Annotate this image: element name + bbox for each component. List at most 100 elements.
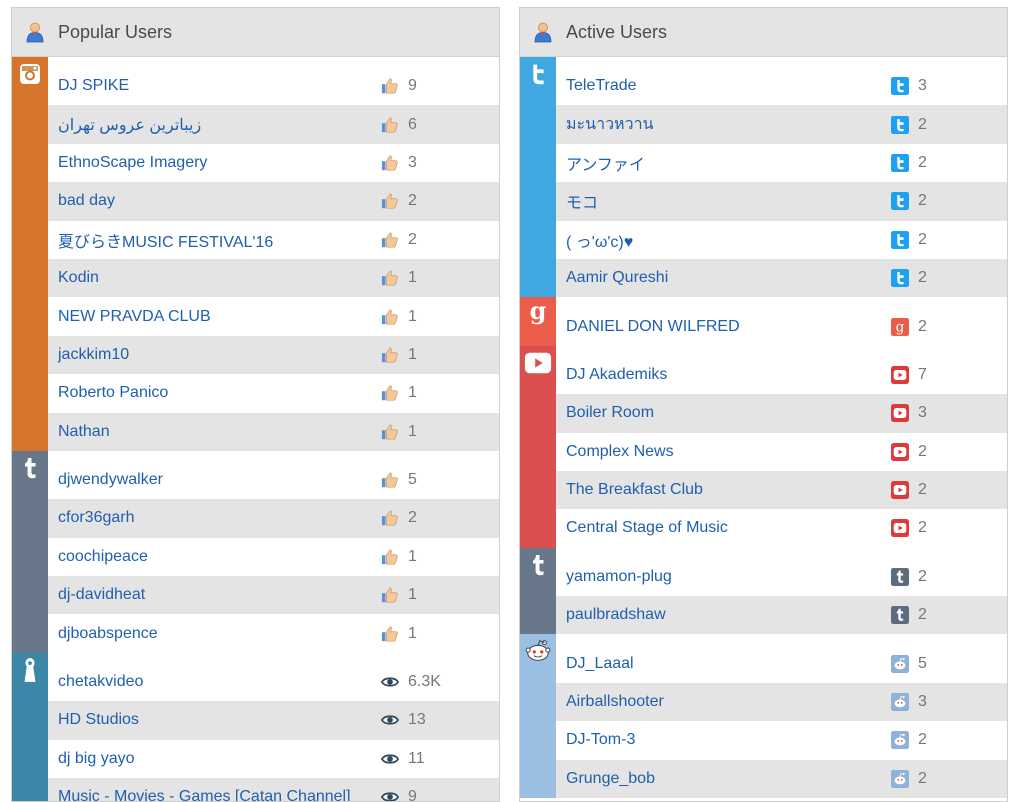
user-name-link[interactable]: DJ Akademiks bbox=[556, 366, 891, 384]
user-name-link[interactable]: Boiler Room bbox=[556, 404, 891, 422]
user-metric: 1 bbox=[381, 423, 499, 441]
user-metric: 6 bbox=[381, 116, 499, 134]
user-name-link[interactable]: dj big yayo bbox=[48, 750, 381, 768]
user-name-link[interactable]: Grunge_bob bbox=[556, 770, 891, 788]
thumbs-up-icon bbox=[381, 423, 408, 441]
user-row: モコ 2 bbox=[556, 182, 1007, 221]
user-name-link[interactable]: jackkim10 bbox=[48, 346, 381, 364]
user-name-link[interactable]: DANIEL DON WILFRED bbox=[556, 318, 891, 336]
user-row: Grunge_bob 2 bbox=[556, 759, 1007, 799]
user-metric: 1 bbox=[381, 308, 499, 326]
user-name-link[interactable]: djwendywalker bbox=[48, 471, 381, 489]
user-row: jackkim10 1 bbox=[48, 335, 499, 375]
panel-header: Popular Users bbox=[12, 8, 499, 57]
twitter-small-icon bbox=[891, 230, 918, 249]
user-row: HD Studios 13 bbox=[48, 701, 499, 740]
eye-icon bbox=[381, 750, 408, 768]
user-name-link[interactable]: Complex News bbox=[556, 443, 891, 461]
eye-icon bbox=[381, 673, 408, 691]
user-name-link[interactable]: ( っ'ω'c)♥ bbox=[556, 228, 891, 252]
user-metric: 1 bbox=[381, 586, 499, 604]
user-metric: 2 bbox=[891, 192, 1007, 211]
user-metric: 1 bbox=[381, 384, 499, 402]
user-name-link[interactable]: Music - Movies - Games [Catan Channel] bbox=[48, 788, 381, 801]
metric-count: 2 bbox=[918, 606, 927, 624]
network-group-tumblr: djwendywalker 5 cfor36garh 2 coochipeace 1 dj-… bbox=[12, 450, 499, 653]
user-name-link[interactable]: TeleTrade bbox=[556, 77, 891, 95]
thumbs-up-icon bbox=[381, 154, 408, 172]
user-name-link[interactable]: djboabspence bbox=[48, 625, 381, 643]
user-row: Aamir Qureshi 2 bbox=[556, 258, 1007, 298]
reddit-small-icon bbox=[891, 731, 918, 750]
metric-count: 2 bbox=[918, 269, 927, 287]
user-name-link[interactable]: bad day bbox=[48, 192, 381, 210]
user-list: DJ Akademiks 7 Boiler Room 3 Complex News 2 Th… bbox=[556, 346, 1007, 548]
user-metric: 3 bbox=[891, 77, 1007, 96]
thumbs-up-icon bbox=[381, 625, 408, 643]
metric-count: 1 bbox=[408, 422, 417, 440]
metric-count: 2 bbox=[918, 192, 927, 210]
user-name-link[interactable]: EthnoScape Imagery bbox=[48, 154, 381, 172]
user-name-link[interactable]: Airballshooter bbox=[556, 693, 891, 711]
user-metric: 2 bbox=[891, 606, 1007, 625]
youtube-icon bbox=[524, 349, 552, 377]
user-row: Kodin 1 bbox=[48, 258, 499, 298]
user-metric: 2 bbox=[891, 442, 1007, 461]
metric-count: 7 bbox=[918, 365, 927, 383]
youtube-small-icon bbox=[891, 404, 918, 423]
eye-icon bbox=[381, 788, 408, 801]
user-name-link[interactable]: DJ_Laaal bbox=[556, 655, 891, 673]
user-metric: 2 bbox=[891, 567, 1007, 586]
user-name-link[interactable]: Nathan bbox=[48, 423, 381, 441]
user-name-link[interactable]: chetakvideo bbox=[48, 673, 381, 691]
user-name-link[interactable]: yamamon-plug bbox=[556, 568, 891, 586]
user-row: cfor36garh 2 bbox=[48, 499, 499, 538]
eye-icon bbox=[381, 711, 408, 729]
user-name-link[interactable]: Aamir Qureshi bbox=[556, 269, 891, 287]
user-name-link[interactable]: アンファイ bbox=[556, 151, 891, 175]
popular-groups: DJ SPIKE 9 زیباترین عروس تهران 6 EthnoScape … bbox=[12, 57, 499, 801]
user-name-link[interactable]: NEW PRAVDA CLUB bbox=[48, 308, 381, 326]
user-metric: 9 bbox=[381, 788, 499, 801]
user-row: dj-davidheat 1 bbox=[48, 576, 499, 615]
user-name-link[interactable]: paulbradshaw bbox=[556, 606, 891, 624]
user-name-link[interactable]: cfor36garh bbox=[48, 509, 381, 527]
user-metric: 2 bbox=[891, 269, 1007, 288]
user-list: chetakvideo 6.3K HD Studios 13 dj big yayo 11… bbox=[48, 653, 499, 801]
metric-count: 6.3K bbox=[408, 673, 441, 691]
user-name-link[interactable]: Roberto Panico bbox=[48, 384, 381, 402]
user-name-link[interactable]: coochipeace bbox=[48, 548, 381, 566]
network-bar bbox=[12, 450, 48, 653]
twitter-small-icon bbox=[891, 153, 918, 172]
metric-count: 2 bbox=[918, 567, 927, 585]
network-bar bbox=[520, 634, 556, 799]
metric-count: 5 bbox=[918, 654, 927, 672]
user-name-link[interactable]: DJ SPIKE bbox=[48, 77, 381, 95]
user-name-link[interactable]: dj-davidheat bbox=[48, 586, 381, 604]
network-bar: g bbox=[520, 297, 556, 346]
user-name-link[interactable]: HD Studios bbox=[48, 711, 381, 729]
metric-count: 1 bbox=[408, 547, 417, 565]
thumbs-up-icon bbox=[381, 509, 408, 527]
user-name-link[interactable]: モコ bbox=[556, 189, 891, 213]
user-name-link[interactable]: Kodin bbox=[48, 269, 381, 287]
metric-count: 2 bbox=[408, 192, 417, 210]
user-metric: 1 bbox=[381, 548, 499, 566]
user-name-link[interactable]: The Breakfast Club bbox=[556, 481, 891, 499]
user-name-link[interactable]: DJ-Tom-3 bbox=[556, 731, 891, 749]
metric-count: 1 bbox=[408, 586, 417, 604]
panel-title: Active Users bbox=[566, 21, 668, 42]
user-metric: g2 bbox=[891, 317, 1007, 336]
user-name-link[interactable]: Central Stage of Music bbox=[556, 519, 891, 537]
metric-count: 2 bbox=[918, 153, 927, 171]
network-group-periscope: chetakvideo 6.3K HD Studios 13 dj big yayo 11… bbox=[12, 652, 499, 801]
user-name-link[interactable]: 夏びらきMUSIC FESTIVAL'16 bbox=[48, 228, 381, 252]
user-row: NEW PRAVDA CLUB 1 bbox=[48, 297, 499, 336]
user-name-link[interactable]: زیباترین عروس تهران bbox=[48, 115, 381, 135]
popular-users-panel: Popular Users DJ SPIKE 9 زیباترین عروس تهر… bbox=[11, 7, 500, 802]
user-row: yamamon-plug 2 bbox=[556, 557, 1007, 597]
user-metric: 5 bbox=[891, 654, 1007, 673]
user-row: Central Stage of Music 2 bbox=[556, 509, 1007, 548]
user-metric: 2 bbox=[891, 769, 1007, 788]
user-name-link[interactable]: มะนาวหวาน bbox=[556, 112, 891, 137]
